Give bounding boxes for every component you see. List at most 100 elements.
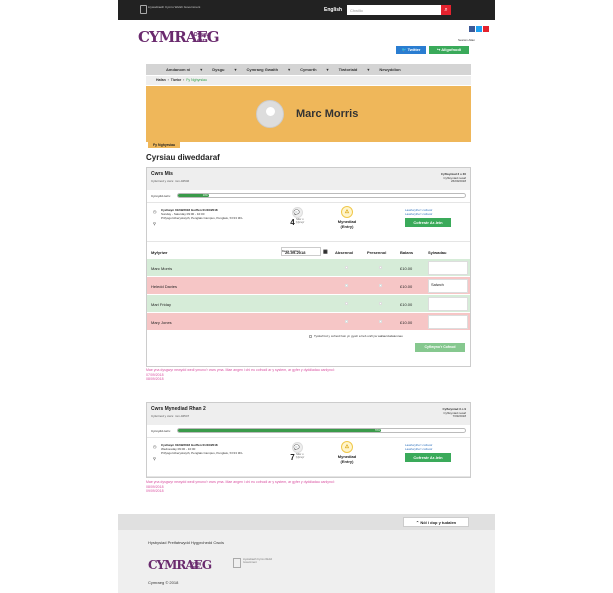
welsh-government-logo-icon <box>140 5 147 14</box>
absent-checkbox[interactable] <box>345 320 348 323</box>
main-nav: Amdanom ni ▾ Dysgu ▾ Cymraeg Gwaith ▾ Cymor… <box>146 64 471 75</box>
download-links: Lawrlwytho'r cofrestr Lawrlwytho'r cofre… <box>405 208 432 216</box>
footer-logo-sub-learn: Learn <box>190 565 200 569</box>
comment-field[interactable] <box>428 297 468 311</box>
calendar-icon[interactable]: ▦ <box>323 249 328 255</box>
profile-banner: Marc Morris <box>146 86 471 142</box>
clock-icon: ◷ <box>153 209 157 214</box>
course-code: Cyfeirnod y cwrs: mm-04546 <box>151 179 190 183</box>
footer-links[interactable]: Hysbysiad Preifatrwydd Hygyrchedd Cwcis <box>148 540 224 545</box>
absent-checkbox[interactable] <box>345 284 348 287</box>
submit-area: Tystiaf fod y cofnod hwn yn gywir a heb … <box>147 330 470 358</box>
course-card: Cwrs Mynediad Rhan 2 Cyfeirnod y cwrs: m… <box>146 402 471 478</box>
learner-balance: £10.00 <box>400 266 413 271</box>
new-learners-notice: Mae yna dysgwyr newydd wedi ymuno'r cwrs… <box>146 368 471 382</box>
course-progress: Cynnydd cwrs: 10% <box>151 193 466 199</box>
government-label: Llywodraeth Cymru Welsh Government <box>148 5 201 9</box>
col-balance: Balans <box>400 250 414 255</box>
present-checkbox[interactable] <box>379 284 382 287</box>
breadcrumb-home[interactable]: Hafan <box>156 78 166 82</box>
logo-sub-learn: Learn <box>194 38 208 44</box>
course-title: Cwrs Mis <box>151 171 173 177</box>
col-learner: Myfyriwr <box>151 250 168 255</box>
facebook-icon[interactable] <box>469 26 475 32</box>
present-checkbox[interactable] <box>379 266 382 269</box>
twitter-button-label: Twitter <box>407 47 421 52</box>
course-session-info: Cyflwyniad 3 o 30 Cyflwyniad nesaf 26/09… <box>441 172 466 184</box>
comment-field[interactable] <box>428 315 468 329</box>
download-links: Lawrlwytho'r cofrestr Lawrlwytho'r cofre… <box>405 443 432 451</box>
learner-count-number: 7 <box>290 453 295 462</box>
subtab-bar: Fy Nghyrsiau <box>146 142 471 149</box>
progress-bar: 10% <box>177 193 466 198</box>
youtube-icon[interactable] <box>483 26 489 32</box>
signout-link[interactable]: Sesiwn Allan <box>458 38 475 42</box>
notice-date[interactable]: 08/09/2018 <box>146 377 471 382</box>
nav-item-news[interactable]: Newyddion <box>379 67 400 72</box>
chevron-down-icon: ▾ <box>200 67 203 72</box>
submit-register-button[interactable]: Cyflwyno'r Cofnod <box>415 343 465 352</box>
level-label: Mynediad (Entry) <box>337 454 357 464</box>
learner-count: 💬 4 Nifer o fyfyrwyr <box>287 207 307 227</box>
logout-button[interactable]: ↪ Allgofnodi <box>429 46 469 54</box>
nav-item-work[interactable]: Cymraeg Gwaith <box>247 67 279 72</box>
search-input[interactable]: Chwilio <box>347 5 441 15</box>
search-icon[interactable]: ⌕ <box>441 5 451 15</box>
progress-label: Cynnydd cwrs: <box>151 429 171 433</box>
online-register-button[interactable]: Cofrestr Ar-lein <box>405 218 451 227</box>
logout-button-label: Allgofnodi <box>441 47 462 52</box>
download-register-link-2[interactable]: Lawrlwytho'r cofrestr <box>405 212 432 216</box>
nav-item-about[interactable]: Amdanom ni <box>166 67 190 72</box>
tab-my-courses[interactable]: Fy Nghyrsiau <box>148 142 181 148</box>
present-checkbox[interactable] <box>379 302 382 305</box>
breadcrumb-tutor[interactable]: Tiwtor <box>171 78 181 82</box>
table-row: Marc Morris £10.00 <box>147 258 470 276</box>
welsh-government-logo-icon <box>233 558 241 568</box>
confirm-checkbox[interactable]: Tystiaf fod y cofnod hwn yn gywir a heb … <box>309 334 403 338</box>
nav-item-tutors[interactable]: Tiwtoriaid <box>339 67 358 72</box>
back-to-top-button[interactable]: ⌃ Nôl i dop y tudalen <box>403 517 469 527</box>
footer-logo[interactable]: CYMRAEG <box>148 558 212 572</box>
col-present: Presennol <box>367 250 387 255</box>
logo-subtitle: Dysgu Learn <box>194 32 209 44</box>
course-header: Cwrs Mynediad Rhan 2 Cyfeirnod y cwrs: m… <box>147 403 470 425</box>
next-session-date: 26/09/2018 <box>450 179 466 183</box>
date-input[interactable]: 26-09-2018 <box>281 247 321 256</box>
language-toggle[interactable]: English <box>324 7 342 13</box>
download-register-link-2[interactable]: Lawrlwytho'r cofrestr <box>405 447 432 451</box>
course-title: Cwrs Mynediad Rhan 2 <box>151 406 206 412</box>
comment-field[interactable]: Salwch <box>428 279 468 293</box>
course-level: ⚠ Mynediad (Entry) <box>333 206 361 229</box>
nav-item-learn[interactable]: Dysgu <box>212 67 224 72</box>
progress-fill <box>178 429 379 432</box>
twitter-button[interactable]: 🐦 Twitter <box>396 46 426 54</box>
learner-balance: £10.00 <box>400 284 413 289</box>
course-details: Cychwyn 01/09/2018 Gorffen 01/10/2018 We… <box>161 443 251 455</box>
progress-percent: 70% <box>373 429 381 432</box>
footer-logo-subtitle: Dysgu Learn <box>190 561 201 569</box>
level-label: Mynediad (Entry) <box>337 219 357 229</box>
warning-icon: ⚠ <box>341 206 353 218</box>
comment-field[interactable] <box>428 261 468 275</box>
section-title: Cyrsiau diweddaraf <box>146 153 220 162</box>
course-place: Prifysgol Aberystwyth, Penglais Campus, … <box>161 216 243 220</box>
warning-icon: ⚠ <box>341 441 353 453</box>
footer-bar: ⌃ Nôl i dop y tudalen <box>118 514 495 530</box>
col-absent: Absennol <box>335 250 354 255</box>
next-session-date: 7/09/2018 <box>452 414 466 418</box>
nav-item-help[interactable]: Cymorth <box>300 67 316 72</box>
learner-balance: £10.00 <box>400 320 413 325</box>
online-register-button[interactable]: Cofrestr Ar-lein <box>405 453 451 462</box>
progress-label: Cynnydd cwrs: <box>151 194 171 198</box>
confirm-label: Tystiaf fod y cofnod hwn yn gywir a heb … <box>314 334 403 338</box>
notice-date[interactable]: 09/09/2018 <box>146 489 471 494</box>
chevron-down-icon: ▾ <box>326 67 329 72</box>
course-card: Cwrs Mis Cyfeirnod y cwrs: mm-04546 Cyfl… <box>146 167 471 367</box>
map-pin-icon: ⚲ <box>153 221 156 226</box>
present-checkbox[interactable] <box>379 320 382 323</box>
absent-checkbox[interactable] <box>345 266 348 269</box>
absent-checkbox[interactable] <box>345 302 348 305</box>
profile-name: Marc Morris <box>296 108 359 120</box>
twitter-icon[interactable] <box>476 26 482 32</box>
copyright: Cymraeg © 2018 <box>148 580 179 585</box>
